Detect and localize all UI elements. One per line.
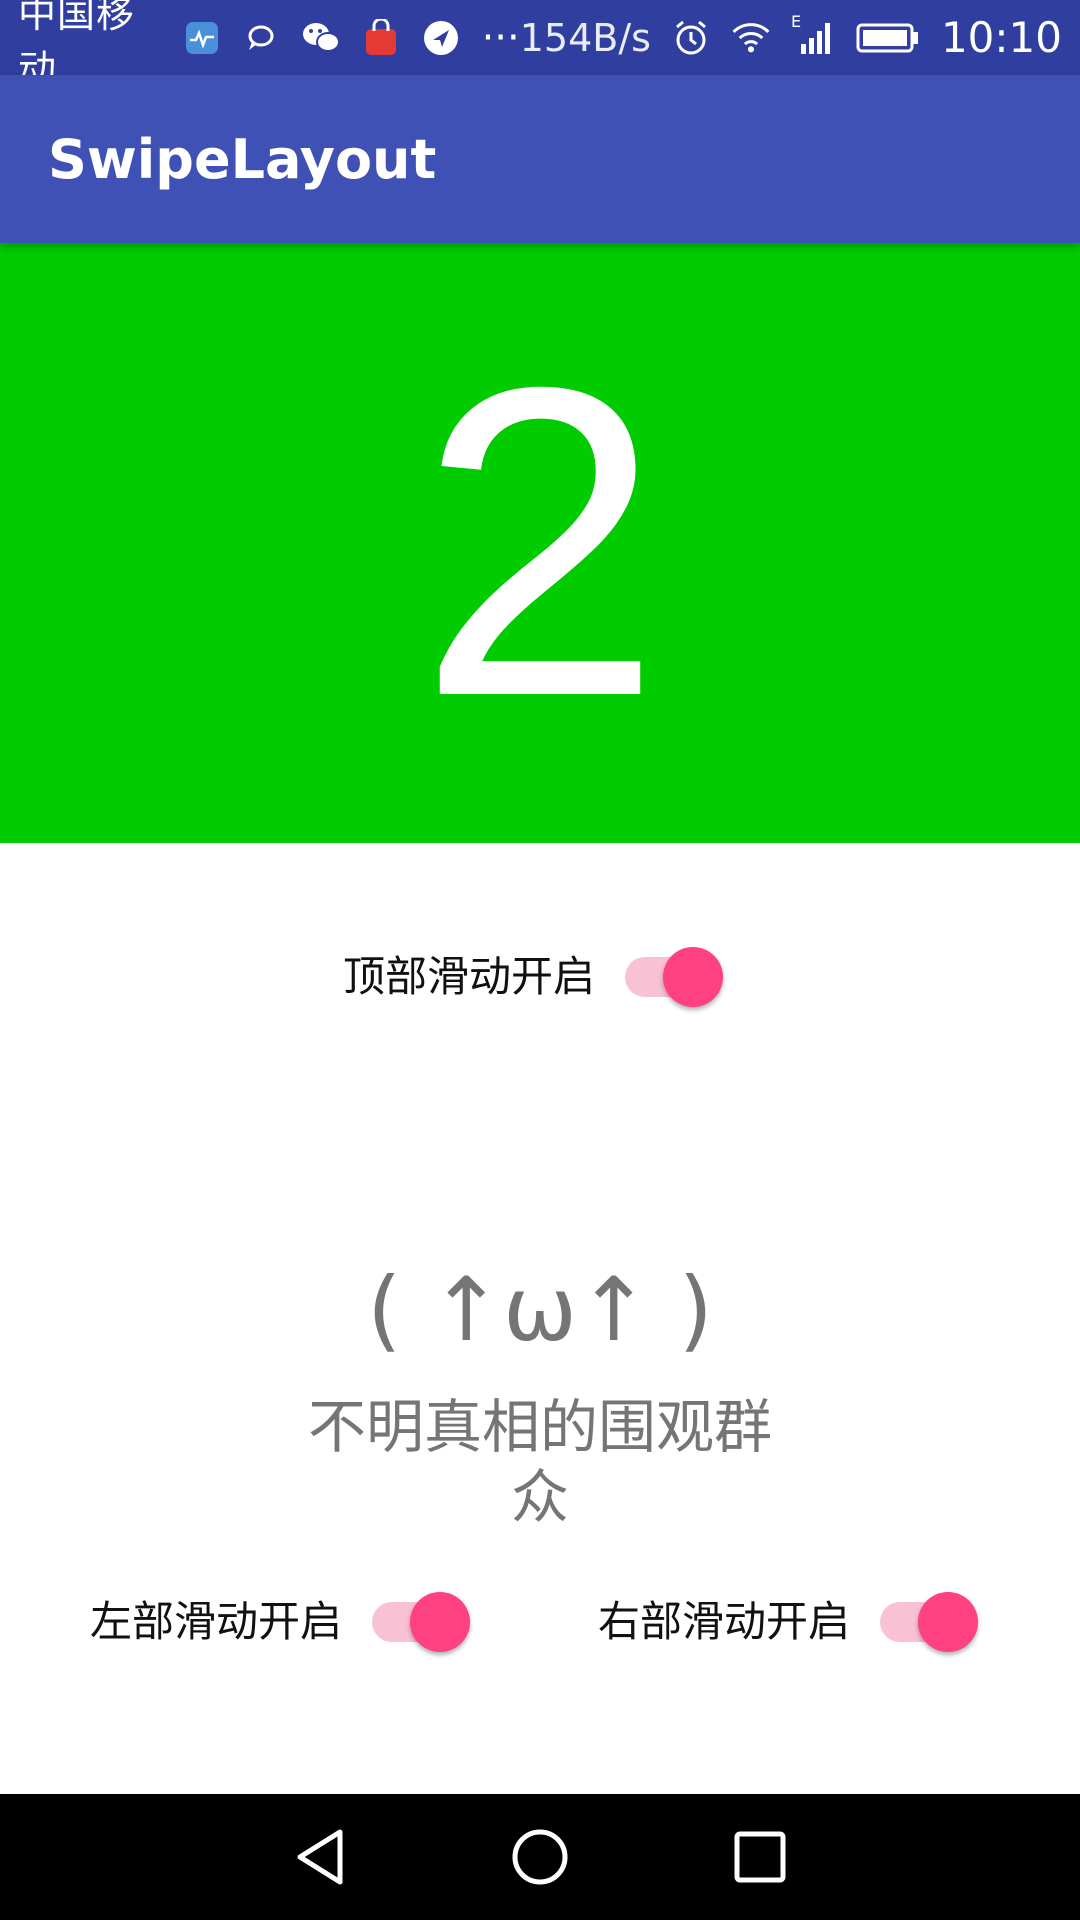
left-swipe-label: 左部滑动开启 [90,1596,343,1646]
app-bar: SwipeLayout [0,75,1080,243]
more-notifications-icon: ··· [481,14,520,61]
signal-icon: E [791,12,835,58]
net-speed-label: 154B/s [519,15,651,60]
app-title: SwipeLayout [48,127,437,191]
top-swipe-label: 顶部滑动开启 [343,951,596,1001]
top-swipe-setting: 顶部滑动开启 [343,941,725,1007]
left-swipe-setting: 左部滑动开启 [90,1586,472,1652]
direction-app-icon [422,18,460,58]
recents-icon [734,1831,786,1883]
swipe-panel[interactable]: 2 [0,243,1080,843]
wechat-icon [301,18,341,58]
navigation-bar [0,1794,1080,1920]
recents-button[interactable] [720,1817,800,1897]
right-swipe-setting: 右部滑动开启 [598,1586,980,1652]
wifi-icon [731,18,771,58]
network-type-label: E [790,11,802,31]
switch-thumb [410,1592,471,1652]
battery-icon [855,18,921,58]
back-icon [297,1829,343,1885]
shopping-bag-icon [363,18,400,58]
top-swipe-switch[interactable] [621,941,725,1007]
right-swipe-label: 右部滑动开启 [598,1596,851,1646]
right-swipe-switch[interactable] [876,1586,980,1652]
switch-thumb [918,1592,979,1652]
chat-bubble-icon [242,18,279,58]
health-app-icon [183,18,220,58]
back-button[interactable] [280,1817,360,1897]
left-swipe-switch[interactable] [368,1586,472,1652]
caption-text: 不明真相的围观群众 [307,1393,772,1531]
page-number: 2 [417,297,663,788]
clock: 10:10 [940,13,1062,62]
home-button[interactable] [500,1817,580,1897]
alarm-icon [671,18,711,58]
switch-thumb [663,947,724,1007]
status-bar: 中国移动 ··· 154B/s E 10:10 [0,0,1080,91]
emoticon: ( ↑ω↑ ) [367,1258,713,1361]
home-icon [512,1829,568,1885]
